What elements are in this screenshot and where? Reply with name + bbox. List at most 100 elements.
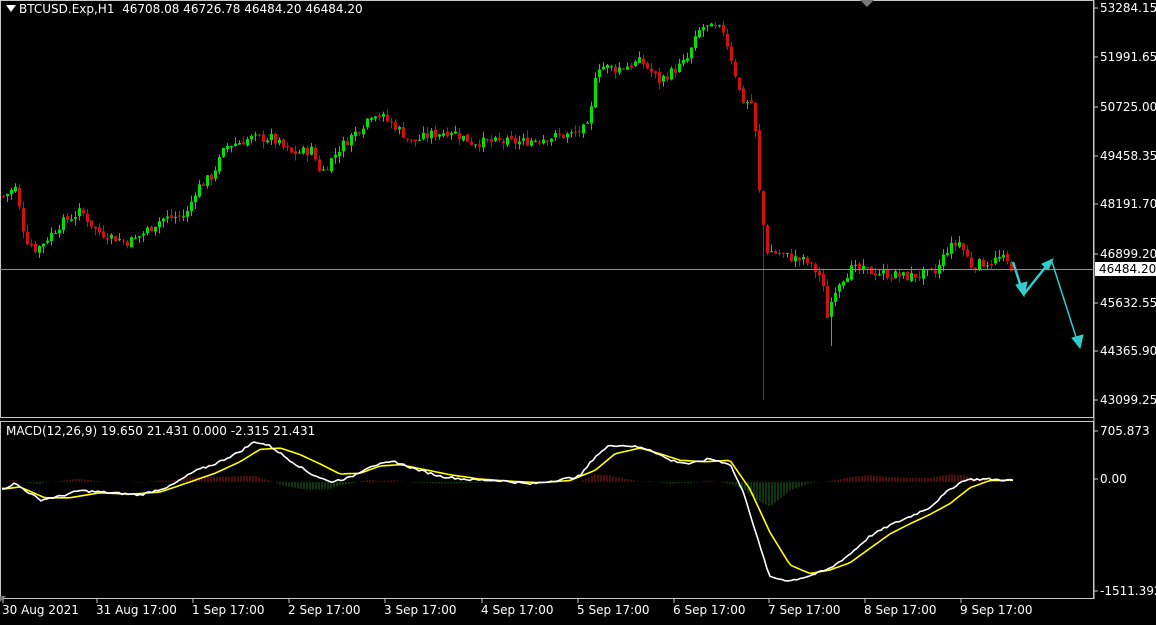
candle-body: [210, 174, 213, 180]
macd-axis[interactable]: 705.873 0.00 -1511.392: [1094, 424, 1156, 598]
candle-body: [126, 241, 129, 247]
candle-body: [354, 131, 357, 137]
candle-body: [722, 24, 725, 33]
candle-body: [390, 121, 393, 123]
candle-body: [98, 227, 101, 233]
candle-body: [142, 233, 145, 236]
candle-body: [774, 251, 777, 254]
candle-body: [14, 186, 17, 192]
candle-body: [62, 217, 65, 231]
candle-body: [170, 215, 173, 218]
candle-body: [414, 139, 417, 142]
candle-body: [542, 139, 545, 144]
candle-body: [674, 68, 677, 73]
candle-body: [174, 216, 177, 218]
candle-body: [942, 254, 945, 266]
candle-body: [6, 193, 9, 197]
time-tick-label: 3 Sep 17:00: [384, 603, 456, 617]
candle-body: [834, 292, 837, 302]
candle-body: [30, 244, 33, 246]
candle-body: [830, 302, 833, 317]
candle-body: [646, 62, 649, 69]
candle-body: [894, 271, 897, 279]
candle-body: [950, 242, 953, 254]
candle-body: [898, 272, 901, 277]
candle-body: [502, 141, 505, 144]
chart-header: BTCUSD.Exp,H1 46708.08 46726.78 46484.20…: [6, 2, 363, 16]
candle-body: [578, 130, 581, 133]
candle-body: [622, 68, 625, 70]
candle-body: [490, 139, 493, 143]
price-axis[interactable]: 53284.15 51991.65 50725.00 49458.35 48191.70…: [1094, 1, 1156, 407]
candle-body: [670, 68, 673, 80]
candle-body: [594, 77, 597, 108]
candle-body: [246, 139, 249, 146]
time-axis[interactable]: 30 Aug 2021 31 Aug 17:00 1 Sep 17:00 2 Sep …: [2, 599, 1032, 617]
candle-body: [678, 63, 681, 72]
candle-body: [750, 100, 753, 104]
chart-window[interactable]: 46484.20 53284.15 51991.65 50725.00 49458.3…: [0, 0, 1156, 621]
current-price-tag: 46484.20: [1095, 262, 1156, 276]
candle-body: [190, 201, 193, 212]
candle-body: [254, 134, 257, 136]
candle-body: [186, 211, 189, 217]
candle-body: [154, 226, 157, 232]
candle-body: [110, 234, 113, 239]
candle-body: [426, 133, 429, 138]
candle-body: [614, 66, 617, 73]
candle-body: [886, 269, 889, 278]
candle-body: [746, 101, 749, 103]
chart-canvas[interactable]: 46484.20 53284.15 51991.65 50725.00 49458.3…: [0, 0, 1156, 621]
candle-body: [610, 66, 613, 68]
candle-body: [270, 134, 273, 141]
candle-body: [42, 243, 45, 247]
candle-body: [238, 142, 241, 145]
candle-body: [554, 133, 557, 138]
candle-body: [322, 169, 325, 171]
candle-body: [294, 151, 297, 155]
candle-body: [386, 114, 389, 122]
candle-body: [122, 240, 125, 242]
candle-body: [730, 46, 733, 61]
candle-body: [334, 154, 337, 158]
candle-body: [638, 57, 641, 63]
candle-body: [34, 243, 37, 253]
candle-body: [806, 257, 809, 263]
candle-body: [798, 257, 801, 261]
candle-body: [450, 133, 453, 135]
candle-body: [794, 256, 797, 262]
ohlc-values: 46708.08 46726.78 46484.20 46484.20: [122, 2, 363, 16]
time-tick-label: 8 Sep 17:00: [864, 603, 936, 617]
candle-body: [222, 148, 225, 157]
candle-body: [162, 218, 165, 222]
candle-body: [550, 138, 553, 142]
candle-body: [882, 270, 885, 274]
candle-body: [230, 146, 233, 148]
dropdown-triangle-icon[interactable]: [6, 5, 16, 12]
macd-panel-border: [0, 421, 1094, 599]
candle-body: [822, 273, 825, 287]
candle-body: [434, 129, 437, 137]
candle-body: [946, 252, 949, 255]
candle-body: [214, 170, 217, 179]
candle-body: [198, 184, 201, 197]
candle-body: [506, 137, 509, 145]
chart-shift-marker[interactable]: [860, 0, 874, 7]
candle-body: [242, 142, 245, 145]
price-tick-label: 49458.35: [1100, 149, 1156, 163]
candle-body: [2, 195, 5, 197]
candle-body: [962, 243, 965, 251]
candle-body: [150, 226, 153, 232]
signal-line: [1, 447, 1014, 575]
candle-body: [346, 141, 349, 145]
candle-body: [466, 134, 469, 142]
candle-body: [458, 133, 461, 139]
candle-body: [602, 66, 605, 70]
candle-body: [278, 139, 281, 144]
time-tick-label: 4 Sep 17:00: [481, 603, 553, 617]
candle-body: [50, 232, 53, 241]
candle-body: [1006, 254, 1009, 261]
time-tick-label: 1 Sep 17:00: [192, 603, 264, 617]
candle-body: [970, 257, 973, 268]
candle-body: [734, 61, 737, 77]
